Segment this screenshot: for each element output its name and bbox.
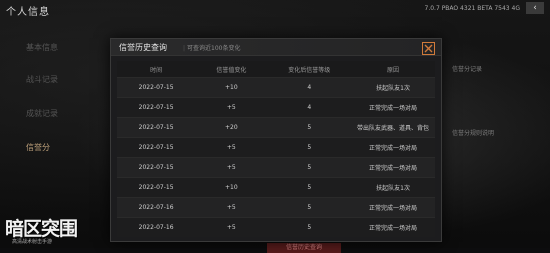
right-panel-label-records: 信誉分记录 — [452, 66, 483, 73]
cell-reason: 正常完成一场对局 — [351, 217, 435, 237]
table-row: 2022-07-15 +5 4 正常完成一场对局 — [117, 97, 435, 118]
dialog-header: 信誉历史查询 | 可查询近100条变化 — [111, 39, 441, 56]
table-row: 2022-07-15 +5 5 正常完成一场对局 — [117, 157, 435, 178]
cell-change: +20 — [195, 117, 268, 138]
table-row: 2022-07-16 +5 5 正常完成一场对局 — [117, 217, 435, 237]
table-header-row: 时间 信誉值变化 变化后信誉等级 原因 — [117, 61, 435, 78]
cell-time: 2022-07-16 — [117, 217, 196, 237]
cell-time: 2022-07-16 — [117, 197, 196, 218]
status-text: 7.0.7 PBAO 4321 BETA 7543 4G — [424, 4, 520, 12]
side-nav-item-basic[interactable]: 基本信息 — [26, 42, 58, 53]
table-row: 2022-07-15 +10 5 扶起队友1次 — [117, 177, 435, 198]
cell-reason: 正常完成一场对局 — [351, 137, 435, 158]
close-button[interactable] — [422, 42, 435, 55]
game-logo-subtitle: 高清战术射击手游 — [12, 239, 53, 245]
cell-reason: 扶起队友1次 — [351, 177, 435, 198]
cell-level: 4 — [267, 77, 352, 98]
side-nav-item-battle[interactable]: 战斗记录 — [26, 74, 58, 85]
cell-change: +5 — [195, 197, 268, 218]
cell-level: 5 — [267, 137, 352, 158]
cell-reason: 正常完成一场对局 — [351, 97, 435, 118]
cell-reason: 带出队友武器、道具、背包 — [351, 117, 435, 138]
table-row: 2022-07-16 +5 5 正常完成一场对局 — [117, 197, 435, 218]
cell-change: +5 — [195, 137, 268, 158]
top-status-bar: 7.0.7 PBAO 4321 BETA 7543 4G ‹ — [425, 2, 544, 14]
column-header-change: 信誉值变化 — [195, 61, 268, 78]
cell-time: 2022-07-15 — [117, 77, 196, 98]
column-header-level: 变化后信誉等级 — [267, 61, 352, 78]
right-panel-label-rules[interactable]: 信誉分规则说明 — [452, 128, 494, 137]
cell-level: 5 — [267, 217, 352, 237]
cell-change: +5 — [195, 97, 268, 118]
back-arrow-icon: ‹ — [533, 3, 537, 13]
cell-time: 2022-07-15 — [117, 117, 196, 138]
side-nav-item-achievement[interactable]: 成就记录 — [26, 108, 58, 119]
cell-level: 5 — [267, 197, 352, 218]
cell-change: +5 — [195, 157, 268, 178]
cell-time: 2022-07-15 — [117, 97, 196, 118]
table-row: 2022-07-15 +5 5 正常完成一场对局 — [117, 137, 435, 158]
column-header-time: 时间 — [117, 61, 196, 78]
cell-reason: 扶起队友1次 — [351, 77, 435, 98]
cell-time: 2022-07-15 — [117, 177, 196, 198]
cell-reason: 正常完成一场对局 — [351, 157, 435, 178]
cell-time: 2022-07-15 — [117, 157, 196, 178]
close-icon — [424, 44, 433, 53]
dialog-title: 信誉历史查询 — [119, 43, 167, 52]
table-row: 2022-07-15 +10 4 扶起队友1次 — [117, 77, 435, 98]
cell-reason: 正常完成一场对局 — [351, 197, 435, 218]
credit-history-button[interactable]: 信誉历史查询 — [267, 243, 341, 253]
cell-time: 2022-07-15 — [117, 137, 196, 158]
cell-level: 4 — [267, 97, 352, 118]
side-nav-item-credit[interactable]: 信誉分 — [26, 142, 50, 153]
cell-change: +10 — [195, 177, 268, 198]
credit-history-table: 时间 信誉值变化 变化后信誉等级 原因 2022-07-15 +10 4 扶起队… — [117, 61, 435, 237]
cell-level: 5 — [267, 117, 352, 138]
page-title: 个人信息 — [6, 7, 50, 18]
table-row: 2022-07-15 +20 5 带出队友武器、道具、背包 — [117, 117, 435, 138]
credit-history-dialog: 信誉历史查询 | 可查询近100条变化 时间 信誉值变化 变化后信誉等级 原因 2… — [110, 38, 442, 242]
dialog-subtitle: | 可查询近100条变化 — [183, 45, 241, 52]
cell-change: +5 — [195, 217, 268, 237]
back-button[interactable]: ‹ — [526, 2, 544, 14]
cell-level: 5 — [267, 177, 352, 198]
dialog-subtitle-text: 可查询近100条变化 — [187, 45, 241, 52]
game-logo: 暗区突围 — [5, 218, 78, 240]
cell-level: 5 — [267, 157, 352, 178]
cell-change: +10 — [195, 77, 268, 98]
column-header-reason: 原因 — [351, 61, 435, 78]
